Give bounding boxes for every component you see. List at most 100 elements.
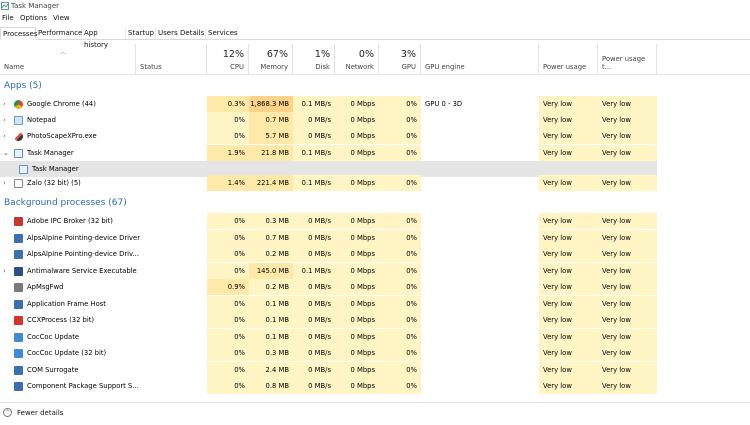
disk-cell: 0 MB/s: [293, 112, 335, 128]
chevron-down-icon[interactable]: ⌄: [3, 145, 9, 161]
notepad-icon: [14, 116, 23, 125]
tab-services[interactable]: Services: [206, 27, 238, 39]
col-gpu[interactable]: 3% GPU: [379, 44, 421, 74]
gpu-total: 3%: [400, 49, 416, 60]
tab-app-history[interactable]: App history: [82, 27, 126, 49]
tab-details[interactable]: Details: [178, 27, 206, 39]
menu-view[interactable]: View: [53, 14, 70, 22]
process-name: Notepad: [27, 116, 56, 124]
table-row[interactable]: CCXProcess (32 bit) 0% 0.1 MB 0 MB/s 0 Mbps 0…: [0, 312, 750, 328]
menu-options[interactable]: Options: [20, 14, 47, 22]
power-trend-cell: Very low: [598, 378, 657, 394]
col-name[interactable]: ︿ Name: [0, 44, 136, 74]
col-cpu[interactable]: 12% CPU: [207, 44, 249, 74]
table-row[interactable]: CocCoc Update (32 bit) 0% 0.3 MB 0 MB/s 0 Mb…: [0, 345, 750, 361]
zalo-icon: [14, 179, 23, 188]
col-disk-label: Disk: [315, 63, 330, 71]
tab-performance[interactable]: Performance: [36, 27, 82, 39]
col-disk[interactable]: 1% Disk: [293, 44, 335, 74]
tab-processes[interactable]: Processes: [0, 27, 38, 40]
col-power-usage[interactable]: Power usage: [539, 44, 598, 74]
chevron-right-icon[interactable]: ›: [3, 96, 6, 112]
cpu-cell: 0%: [207, 229, 249, 246]
col-memory[interactable]: 67% Memory: [249, 44, 293, 74]
group-background-processes: Background processes (67): [4, 198, 127, 208]
chevron-right-icon[interactable]: ›: [3, 263, 6, 279]
table-row[interactable]: AlpsAlpine Pointing-device Driver 0% 0.7 M…: [0, 229, 750, 246]
table-row[interactable]: AlpsAlpine Pointing-device Driv... 0% 0.2 …: [0, 246, 750, 262]
cpu-cell: 0%: [207, 128, 249, 144]
disk-cell: 0 MB/s: [293, 279, 335, 295]
table-row[interactable]: › Google Chrome (44) 0.3% 1,868.3 MB 0.1…: [0, 96, 750, 112]
cpu-cell: 0%: [207, 328, 249, 345]
task-manager-icon: [19, 165, 28, 174]
power-cell: Very low: [539, 328, 598, 345]
photoscape-icon: [14, 132, 23, 141]
chevron-up-icon[interactable]: ⌃: [3, 408, 12, 417]
network-cell: 0 Mbps: [335, 328, 379, 345]
col-gpu-engine[interactable]: GPU engine: [421, 44, 539, 74]
process-name: CCXProcess (32 bit): [27, 316, 95, 324]
power-trend-cell: Very low: [598, 112, 657, 128]
power-cell: Very low: [539, 345, 598, 361]
col-power-trend[interactable]: Power usage t...: [598, 44, 657, 74]
table-row[interactable]: Adobe IPC Broker (32 bit) 0% 0.3 MB 0 MB/s 0…: [0, 213, 750, 229]
process-icon: [14, 316, 23, 325]
gpu-engine-cell: [421, 175, 539, 191]
memory-cell: 0.1 MB: [249, 328, 293, 345]
table-row[interactable]: Application Frame Host 0% 0.1 MB 0 MB/s 0 Mb…: [0, 295, 750, 312]
disk-cell: 0 MB/s: [293, 229, 335, 246]
cpu-cell: 0%: [207, 361, 249, 378]
gpu-cell: 0%: [379, 345, 421, 361]
tab-startup[interactable]: Startup: [126, 27, 156, 39]
chevron-right-icon[interactable]: ›: [3, 175, 6, 191]
table-row[interactable]: ⌄ Task Manager 1.9% 21.8 MB 0.1 MB/s 0 M…: [0, 145, 750, 161]
gpu-cell: 0%: [379, 229, 421, 246]
process-icon: [14, 382, 23, 391]
chevron-right-icon[interactable]: ›: [3, 112, 6, 128]
process-name: Antimalware Service Executable: [27, 266, 137, 275]
table-row[interactable]: COM Surrogate 0% 2.4 MB 0 MB/s 0 Mbps 0% Very …: [0, 361, 750, 378]
disk-cell: 0 MB/s: [293, 328, 335, 345]
cpu-cell: 0%: [207, 312, 249, 328]
table-row[interactable]: CocCoc Update 0% 0.1 MB 0 MB/s 0 Mbps 0% Very …: [0, 328, 750, 345]
title-bar: Task Manager: [0, 0, 750, 13]
gpu-cell: 0%: [379, 246, 421, 262]
sort-up-icon: ︿: [60, 49, 67, 56]
cpu-cell: 0%: [207, 213, 249, 229]
tab-users[interactable]: Users: [156, 27, 178, 39]
network-cell: 0 Mbps: [335, 345, 379, 361]
network-cell: 0 Mbps: [335, 279, 379, 295]
table-row[interactable]: › PhotoScapeXPro.exe 0% 5.7 MB 0 MB/s 0 …: [0, 128, 750, 144]
cpu-cell: 0%: [207, 262, 249, 279]
network-cell: 0 Mbps: [335, 112, 379, 128]
table-row[interactable]: › Notepad 0% 0.7 MB 0 MB/s 0 Mbps 0% Ver…: [0, 112, 750, 128]
process-name: Application Frame Host: [27, 299, 106, 308]
gpu-cell: 0%: [379, 262, 421, 279]
chrome-icon: [14, 100, 23, 109]
network-cell: 0 Mbps: [335, 378, 379, 394]
table-row[interactable]: ApMsgFwd 0.9% 0.2 MB 0 MB/s 0 Mbps 0% Very low…: [0, 279, 750, 295]
table-row[interactable]: Component Package Support S... 0% 0.8 MB 0 …: [0, 378, 750, 394]
table-row[interactable]: › Antimalware Service Executable 0% 145.0 M…: [0, 262, 750, 279]
cpu-cell: 0%: [207, 345, 249, 361]
gpu-cell: 0%: [379, 295, 421, 312]
disk-total: 1%: [314, 49, 330, 60]
memory-cell: 0.8 MB: [249, 378, 293, 394]
process-name: AlpsAlpine Pointing-device Driver: [27, 233, 141, 242]
disk-cell: 0.1 MB/s: [293, 145, 335, 161]
memory-cell: 0.7 MB: [249, 112, 293, 128]
process-name: CocCoc Update: [27, 332, 80, 341]
col-network[interactable]: 0% Network: [335, 44, 379, 74]
menu-file[interactable]: File: [2, 14, 14, 22]
power-trend-cell: Very low: [598, 128, 657, 144]
chevron-right-icon[interactable]: ›: [3, 128, 6, 144]
vertical-scrollbar[interactable]: [744, 75, 750, 400]
process-icon: [14, 349, 23, 358]
table-row[interactable]: › Zalo (32 bit) (5) 1.4% 221.4 MB 0.1 MB…: [0, 175, 750, 191]
fewer-details-link[interactable]: Fewer details: [17, 409, 63, 417]
network-total: 0%: [358, 49, 374, 60]
disk-cell: 0 MB/s: [293, 213, 335, 229]
power-trend-cell: Very low: [598, 213, 657, 229]
col-status[interactable]: Status: [136, 44, 207, 74]
